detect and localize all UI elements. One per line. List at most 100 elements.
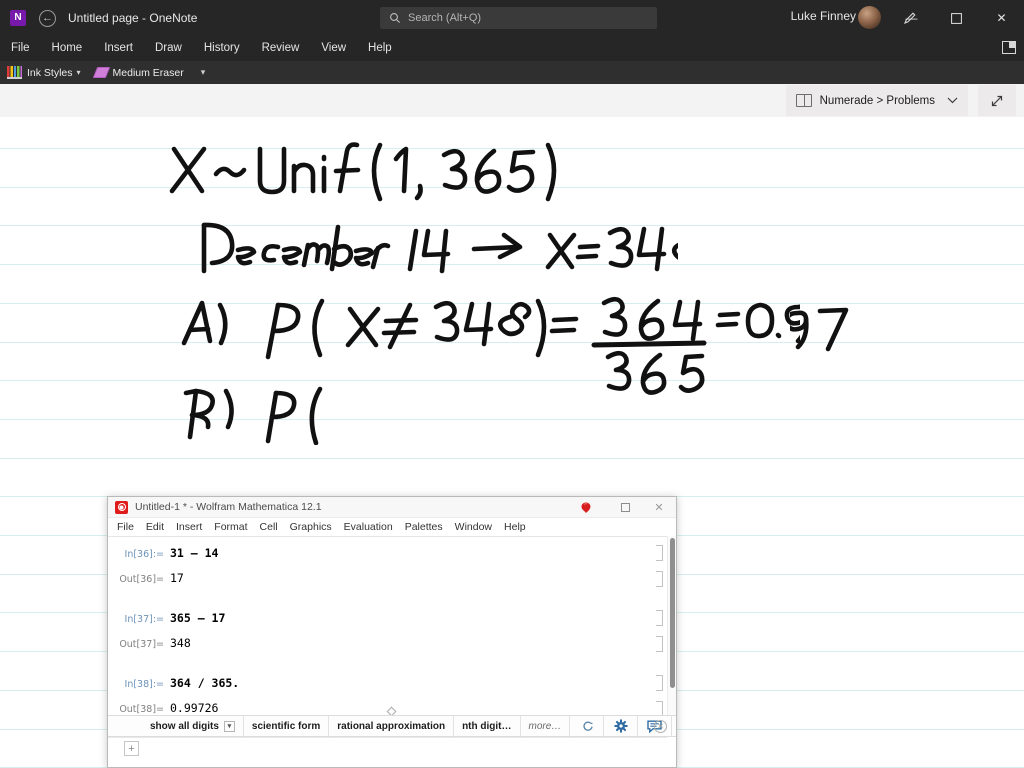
- balloon-icon[interactable]: [579, 501, 593, 515]
- input-cell[interactable]: In[37]:= 365 – 17: [108, 608, 676, 628]
- mathematica-title: Untitled-1 * - Wolfram Mathematica 12.1: [135, 501, 322, 513]
- chevron-down-icon[interactable]: ▾: [223, 720, 235, 732]
- scrollbar-thumb[interactable]: [670, 538, 675, 688]
- chevron-down-icon: [947, 96, 958, 106]
- cell-group[interactable]: In[36]:= 31 – 14 Out[36]= 17: [108, 537, 676, 588]
- mma-menu-evaluation[interactable]: Evaluation: [338, 518, 399, 536]
- search-icon: [389, 12, 401, 24]
- mma-menu-palettes[interactable]: Palettes: [399, 518, 449, 536]
- chevron-down-icon: ▾: [76, 68, 81, 77]
- menu-item-view[interactable]: View: [310, 36, 357, 61]
- window-maximize-button[interactable]: [934, 0, 979, 36]
- expand-page-button[interactable]: [978, 85, 1016, 116]
- ink-line-2: [198, 217, 678, 279]
- breadcrumb[interactable]: Numerade > Problems: [785, 85, 968, 116]
- output-cell[interactable]: Out[37]= 348: [108, 628, 676, 653]
- avatar[interactable]: [858, 6, 881, 29]
- out-label: Out[36]=: [119, 574, 164, 585]
- mathematica-notebook[interactable]: In[36]:= 31 – 14 Out[36]= 17 In[37]:= 36…: [108, 536, 676, 715]
- new-cell-button[interactable]: +: [124, 741, 139, 756]
- search-placeholder: Search (Alt+Q): [408, 12, 482, 24]
- ink-line-1: [168, 141, 568, 203]
- toolbar-overflow-icon[interactable]: ▾: [191, 67, 216, 78]
- suggestion-rational-approximation[interactable]: rational approximation: [329, 715, 455, 737]
- menu-item-review[interactable]: Review: [251, 36, 311, 61]
- cell-bracket[interactable]: [656, 701, 663, 715]
- mma-menu-edit[interactable]: Edit: [140, 518, 170, 536]
- medium-eraser-label: Medium Eraser: [112, 66, 184, 79]
- mma-menu-format[interactable]: Format: [208, 518, 253, 536]
- cell-bracket[interactable]: [656, 545, 663, 561]
- document-title: Untitled page - OneNote: [68, 11, 198, 25]
- in-expression[interactable]: 365 – 17: [170, 611, 225, 625]
- out-label: Out[37]=: [119, 639, 164, 650]
- in-label: In[36]:=: [124, 549, 164, 560]
- ruled-line: [0, 458, 1024, 459]
- suggestion-more[interactable]: more…: [521, 715, 571, 737]
- mathematica-close-button[interactable]: ✕: [642, 497, 676, 518]
- onenote-title-bar: N ← Untitled page - OneNote Search (Alt+…: [0, 0, 1024, 36]
- menu-item-insert[interactable]: Insert: [93, 36, 144, 61]
- mathematica-maximize-button[interactable]: [608, 497, 642, 518]
- close-suggestion-bar-button[interactable]: ✕: [654, 719, 667, 733]
- account-name[interactable]: Luke Finney: [791, 9, 856, 23]
- out-expression: 0.99726: [170, 701, 219, 715]
- notebook-icon: [795, 94, 812, 107]
- cell-group[interactable]: In[37]:= 365 – 17 Out[37]= 348: [108, 588, 676, 653]
- notebook-pane-icon[interactable]: [1002, 41, 1016, 54]
- suggestion-nth-digit[interactable]: nth digit…: [454, 715, 521, 737]
- menu-item-history[interactable]: History: [193, 36, 251, 61]
- back-icon[interactable]: ←: [39, 9, 56, 27]
- in-expression[interactable]: 364 / 365.: [170, 676, 239, 690]
- menu-item-file[interactable]: File: [0, 36, 41, 61]
- out-label: Out[38]=: [119, 704, 164, 715]
- pens-icon: [7, 66, 22, 79]
- window-minimize-button[interactable]: —: [889, 0, 934, 36]
- ink-styles-button[interactable]: Ink Styles ▾: [0, 61, 88, 84]
- gear-icon[interactable]: [604, 715, 639, 737]
- eraser-icon: [92, 67, 110, 78]
- ruled-line: [0, 419, 1024, 420]
- window-close-button[interactable]: ✕: [979, 0, 1024, 36]
- cell-bracket[interactable]: [656, 610, 663, 626]
- cell-bracket[interactable]: [656, 571, 663, 587]
- input-cell[interactable]: In[38]:= 364 / 365.: [108, 673, 676, 693]
- onenote-app-logo-icon: N: [10, 10, 26, 26]
- wolfram-spiral-icon[interactable]: [570, 715, 605, 737]
- suggestion-label: show all digits: [150, 720, 219, 732]
- mathematica-menu-bar: File Edit Insert Format Cell Graphics Ev…: [108, 518, 676, 536]
- ink-line-3-tail: [790, 299, 870, 359]
- cell-bracket[interactable]: [656, 675, 663, 691]
- mma-menu-window[interactable]: Window: [449, 518, 498, 536]
- search-input[interactable]: Search (Alt+Q): [380, 7, 657, 29]
- out-expression: 17: [170, 571, 184, 585]
- suggestion-show-all-digits[interactable]: show all digits ▾: [142, 715, 244, 737]
- ink-styles-label: Ink Styles: [27, 66, 73, 79]
- menu-item-home[interactable]: Home: [41, 36, 94, 61]
- breadcrumb-text: Numerade > Problems: [819, 94, 935, 107]
- in-label: In[37]:=: [124, 614, 164, 625]
- mathematica-footer: +: [108, 737, 676, 767]
- output-cell[interactable]: Out[36]= 17: [108, 563, 676, 588]
- input-cell[interactable]: In[36]:= 31 – 14: [108, 543, 676, 563]
- menu-item-draw[interactable]: Draw: [144, 36, 193, 61]
- in-label: In[38]:=: [124, 679, 164, 690]
- menu-item-help[interactable]: Help: [357, 36, 403, 61]
- onenote-ink-toolbar: Ink Styles ▾ Medium Eraser ▾: [0, 61, 1024, 84]
- mma-menu-insert[interactable]: Insert: [170, 518, 208, 536]
- divider: [108, 737, 667, 738]
- out-expression: 348: [170, 636, 191, 650]
- suggestion-scientific-form[interactable]: scientific form: [244, 715, 330, 737]
- cell-bracket[interactable]: [656, 636, 663, 652]
- mathematica-window[interactable]: Untitled-1 * - Wolfram Mathematica 12.1 …: [107, 496, 677, 768]
- notebook-scrollbar[interactable]: [667, 536, 676, 715]
- medium-eraser-button[interactable]: Medium Eraser: [88, 61, 191, 84]
- mma-menu-file[interactable]: File: [111, 518, 140, 536]
- mathematica-logo-icon: [115, 500, 128, 514]
- mma-menu-graphics[interactable]: Graphics: [284, 518, 338, 536]
- in-expression[interactable]: 31 – 14: [170, 546, 218, 560]
- ink-line-4: [180, 375, 350, 445]
- mma-menu-cell[interactable]: Cell: [254, 518, 284, 536]
- mma-menu-help[interactable]: Help: [498, 518, 532, 536]
- cell-group[interactable]: In[38]:= 364 / 365. Out[38]= 0.99726: [108, 653, 676, 715]
